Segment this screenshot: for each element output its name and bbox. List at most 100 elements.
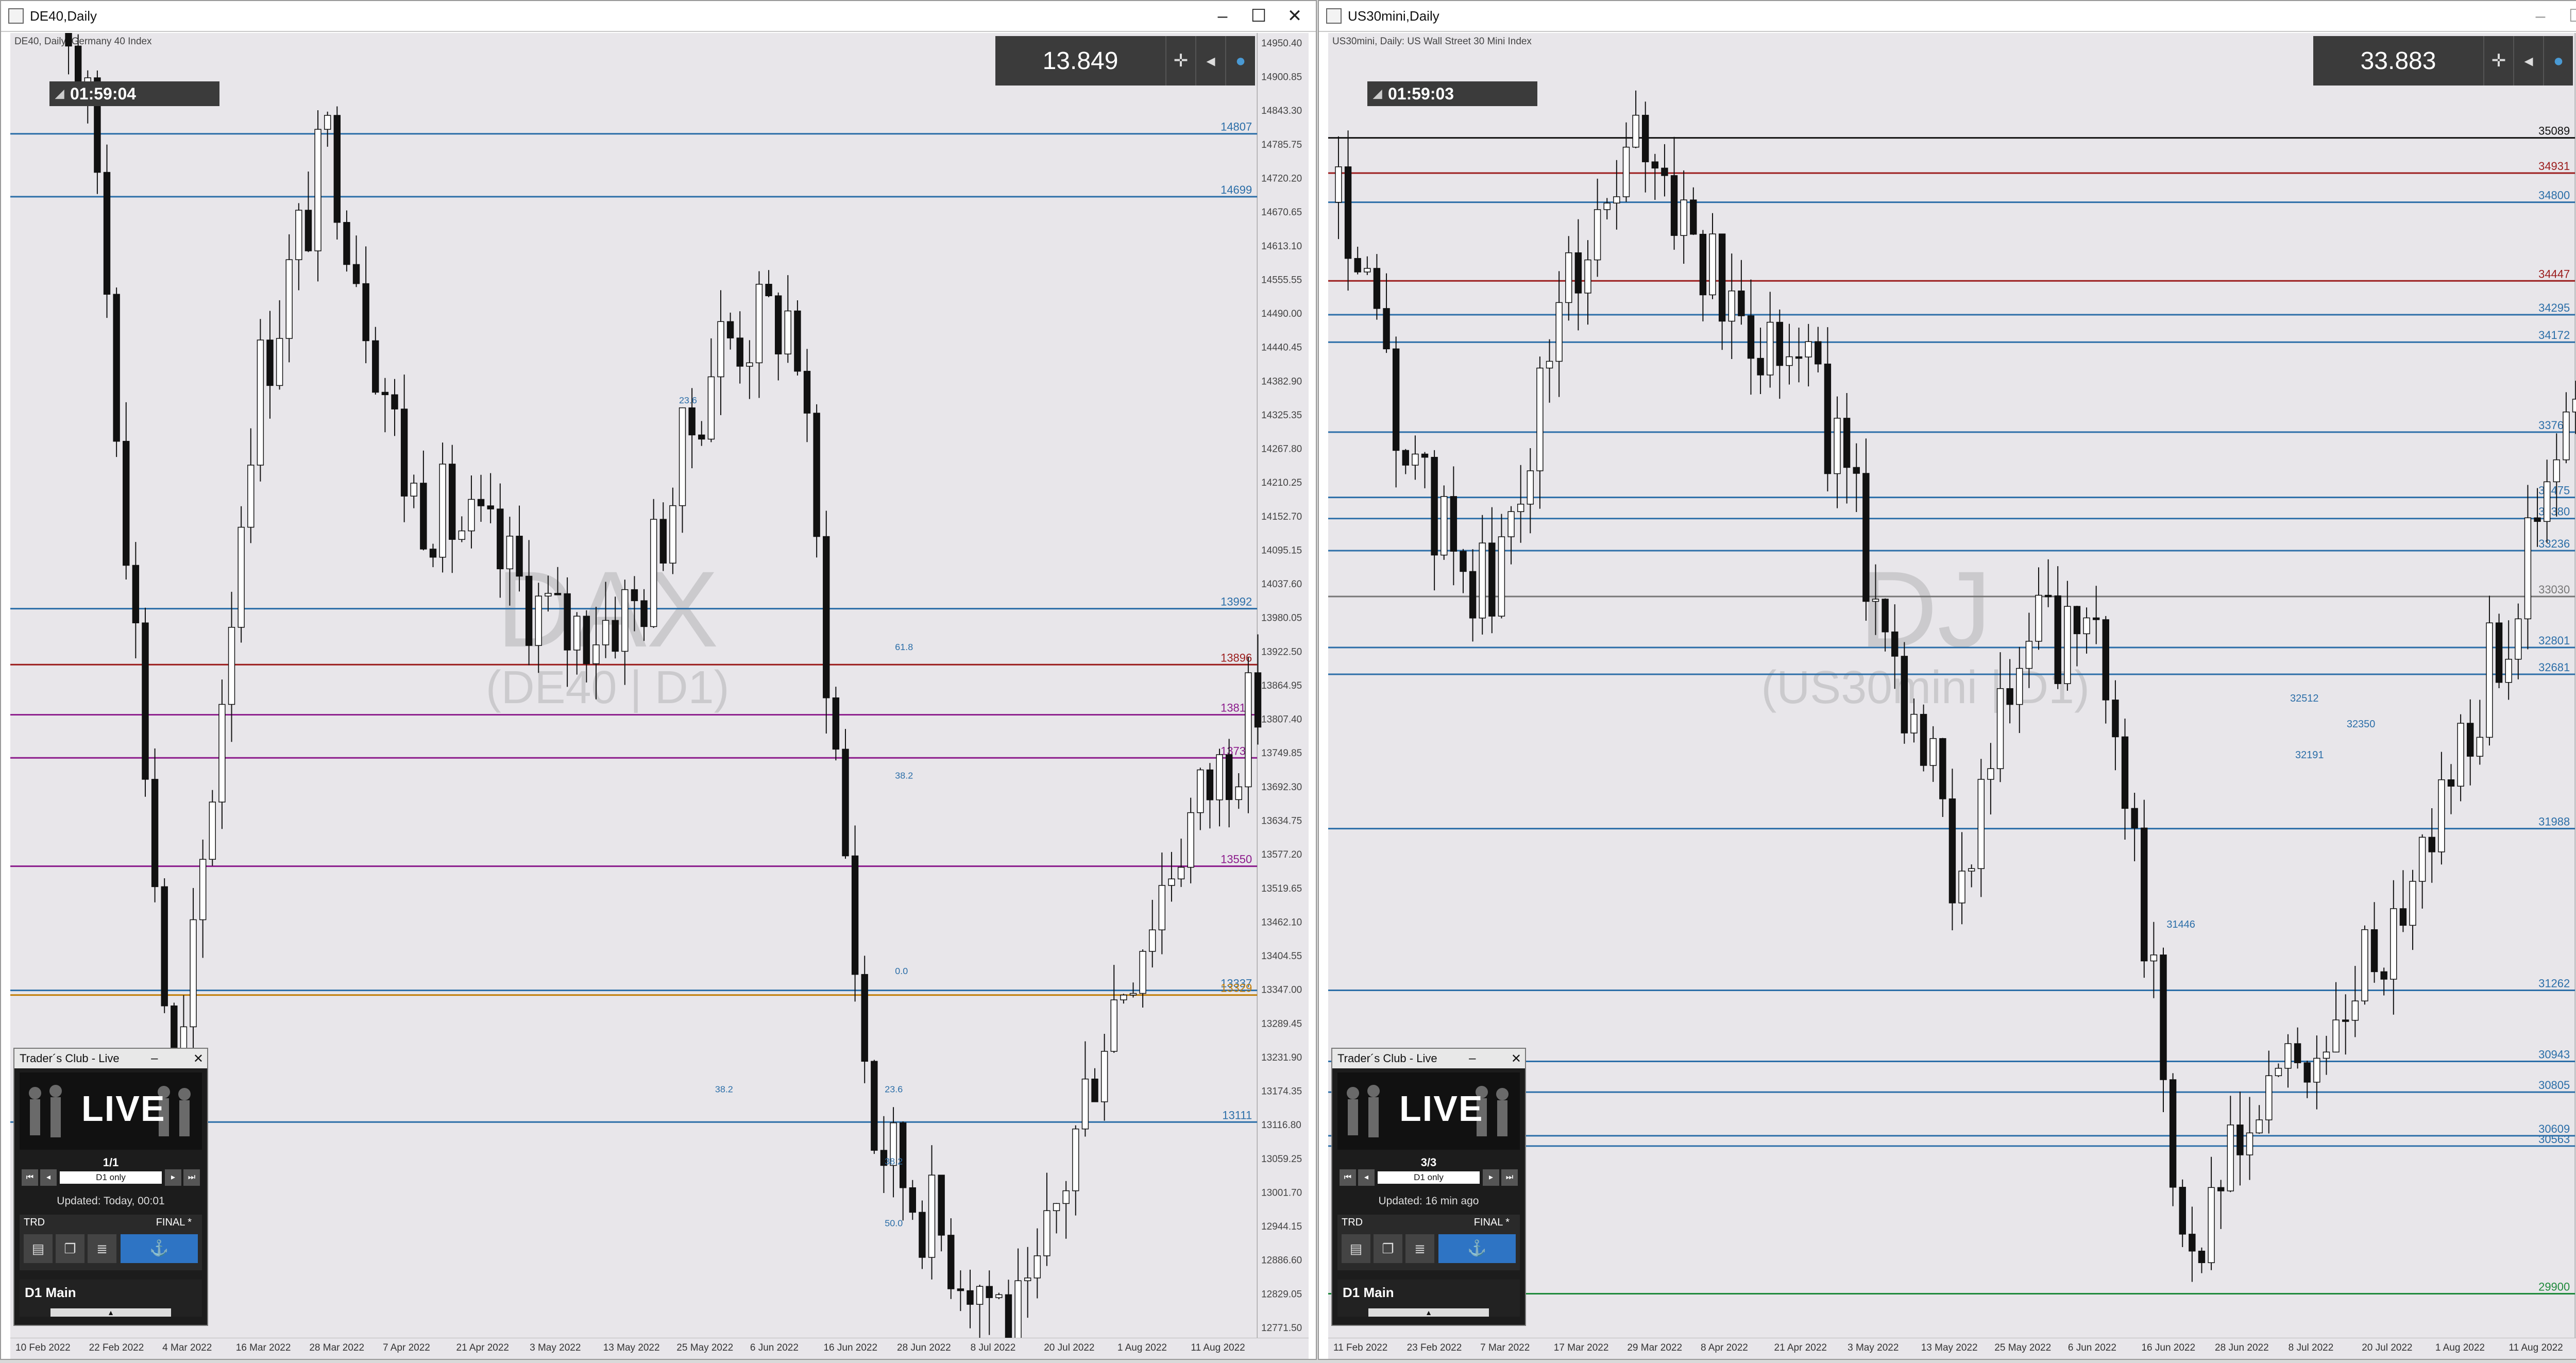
candle-body: [439, 464, 446, 558]
candle-body: [765, 284, 772, 296]
candle-body: [1168, 878, 1175, 886]
maximize-button[interactable]: ☐: [2558, 1, 2576, 31]
expand-icon[interactable]: ▲: [1368, 1308, 1489, 1317]
last-page-button[interactable]: ⏭: [1501, 1169, 1518, 1186]
chevron-left-icon[interactable]: ◂: [2513, 36, 2543, 86]
candle-body: [545, 593, 552, 597]
panel-close-button[interactable]: ✕: [190, 1051, 207, 1066]
candle-body: [1235, 786, 1242, 800]
anchor-icon[interactable]: ⚓: [1438, 1234, 1516, 1263]
pager: 1/1 ⏮ ◂ D1 only ▸ ⏭: [20, 1154, 202, 1198]
candle-body: [1412, 453, 1419, 466]
level-label: 13992: [1221, 595, 1252, 608]
candle-body: [650, 519, 657, 627]
candle-body: [1033, 1255, 1041, 1279]
candle-body: [1110, 999, 1117, 1052]
candle-body: [2141, 827, 2148, 962]
candle-countdown: ◢ 01:59:04: [49, 81, 219, 106]
y-tick-label: 14267.80: [1261, 444, 1302, 455]
watermark-subtitle: (DE40 | D1): [486, 662, 730, 713]
spread-box: 33.883 ✛ ◂ ●: [2313, 36, 2573, 86]
database-icon[interactable]: ≣: [88, 1234, 116, 1263]
de40-chart-window[interactable]: DE40,Daily – ☐ ✕ DE40, Daily: Germany 40…: [0, 0, 1317, 1360]
candle-body: [1225, 754, 1233, 800]
candle-body: [2016, 668, 2023, 705]
next-page-button[interactable]: ▸: [1483, 1169, 1499, 1186]
candle-body: [755, 284, 763, 364]
time-axis: 10 Feb 2022 22 Feb 2022 4 Mar 2022 16 Mar 2…: [10, 1338, 1309, 1359]
crosshair-icon[interactable]: ✛: [1165, 36, 1195, 86]
y-tick-label: 12886.60: [1261, 1255, 1302, 1266]
candle-body: [871, 1061, 878, 1151]
inline-level-label: 32191: [2295, 749, 2324, 761]
database-icon[interactable]: ≣: [1405, 1234, 1434, 1263]
minimize-button[interactable]: –: [1205, 1, 1241, 31]
candle-body: [123, 440, 130, 566]
candle-body: [429, 549, 437, 558]
x-tick-label: 1 Aug 2022: [1117, 1342, 1167, 1353]
window-titlebar[interactable]: DE40,Daily – ☐ ✕: [1, 1, 1316, 32]
panel-minimize-button[interactable]: –: [146, 1051, 163, 1066]
first-page-button[interactable]: ⏮: [1340, 1169, 1356, 1186]
document-icon[interactable]: ▤: [1342, 1234, 1370, 1263]
candle-body: [2323, 1051, 2330, 1059]
candle-body: [2457, 723, 2464, 787]
level-label: 13896: [1221, 651, 1252, 664]
spread-value: 33.883: [2360, 47, 2436, 75]
next-page-button[interactable]: ▸: [165, 1169, 181, 1186]
y-tick-label: 12944.15: [1261, 1221, 1302, 1232]
panel-close-button[interactable]: ✕: [1507, 1051, 1525, 1066]
x-tick-label: 28 Mar 2022: [309, 1342, 365, 1353]
page-indicator: 3/3: [1420, 1156, 1437, 1169]
candle-body: [1158, 885, 1166, 930]
chart-symbol-label: US30mini, Daily: US Wall Street 30 Mini …: [1332, 36, 1532, 47]
level-label: 32681: [2538, 661, 2570, 674]
traders-club-panel[interactable]: Trader´s Club - Live – ✕ LIVE 1/1 ⏮ ◂ D1…: [13, 1048, 208, 1326]
prev-page-button[interactable]: ◂: [1358, 1169, 1375, 1186]
x-tick-label: 23 Feb 2022: [1406, 1342, 1462, 1353]
y-tick-label: 14785.75: [1261, 140, 1302, 150]
y-tick-label: 13174.35: [1261, 1086, 1302, 1097]
candle-body: [861, 974, 868, 1062]
d1-main-section[interactable]: D1 Main ▲: [20, 1280, 202, 1317]
filter-select[interactable]: D1 only: [1378, 1171, 1480, 1184]
anchor-icon[interactable]: ⚓: [121, 1234, 198, 1263]
maximize-button[interactable]: ☐: [1241, 1, 1277, 31]
chevron-left-icon[interactable]: ◂: [1195, 36, 1225, 86]
fib-label: 61.8: [895, 642, 913, 652]
document-icon[interactable]: ▤: [24, 1234, 53, 1263]
windows-icon[interactable]: ❐: [1374, 1234, 1402, 1263]
windows-icon[interactable]: ❐: [56, 1234, 84, 1263]
us30-chart-window[interactable]: US30mini,Daily – ☐ ✕ US30mini, Daily: US…: [1318, 0, 2576, 1360]
candle-body: [1216, 754, 1223, 800]
candle-body: [1450, 496, 1458, 552]
window-titlebar[interactable]: US30mini,Daily – ☐ ✕: [1319, 1, 2576, 32]
expand-icon[interactable]: ▲: [50, 1308, 171, 1317]
x-tick-label: 16 Jun 2022: [2141, 1342, 2196, 1353]
candle-body: [794, 310, 801, 372]
crosshair-icon[interactable]: ✛: [2483, 36, 2513, 86]
candle-body: [1757, 357, 1764, 376]
candle-body: [497, 508, 504, 570]
filter-select[interactable]: D1 only: [60, 1171, 162, 1184]
traders-club-panel[interactable]: Trader´s Club - Live – ✕ LIVE 3/3 ⏮ ◂ D1…: [1331, 1048, 1526, 1326]
last-page-button[interactable]: ⏭: [183, 1169, 200, 1186]
panel-titlebar[interactable]: Trader´s Club - Live – ✕: [14, 1049, 207, 1068]
d1-main-section[interactable]: D1 Main ▲: [1337, 1280, 1520, 1317]
candle-body: [1641, 114, 1649, 162]
panel-titlebar[interactable]: Trader´s Club - Live – ✕: [1332, 1049, 1525, 1068]
y-tick-label: 13462.10: [1261, 917, 1302, 928]
x-tick-label: 21 Apr 2022: [456, 1342, 509, 1353]
minimize-button[interactable]: –: [2522, 1, 2558, 31]
candle-body: [1383, 308, 1390, 350]
y-tick-label: 14670.65: [1261, 207, 1302, 218]
candle-body: [333, 115, 341, 223]
candle-body: [842, 748, 849, 857]
first-page-button[interactable]: ⏮: [22, 1169, 38, 1186]
candle-body: [2284, 1043, 2292, 1069]
level-label: 30805: [2538, 1079, 2570, 1092]
close-button[interactable]: ✕: [1277, 1, 1313, 31]
y-tick-label: 13059.25: [1261, 1154, 1302, 1165]
prev-page-button[interactable]: ◂: [40, 1169, 57, 1186]
panel-minimize-button[interactable]: –: [1464, 1051, 1481, 1066]
